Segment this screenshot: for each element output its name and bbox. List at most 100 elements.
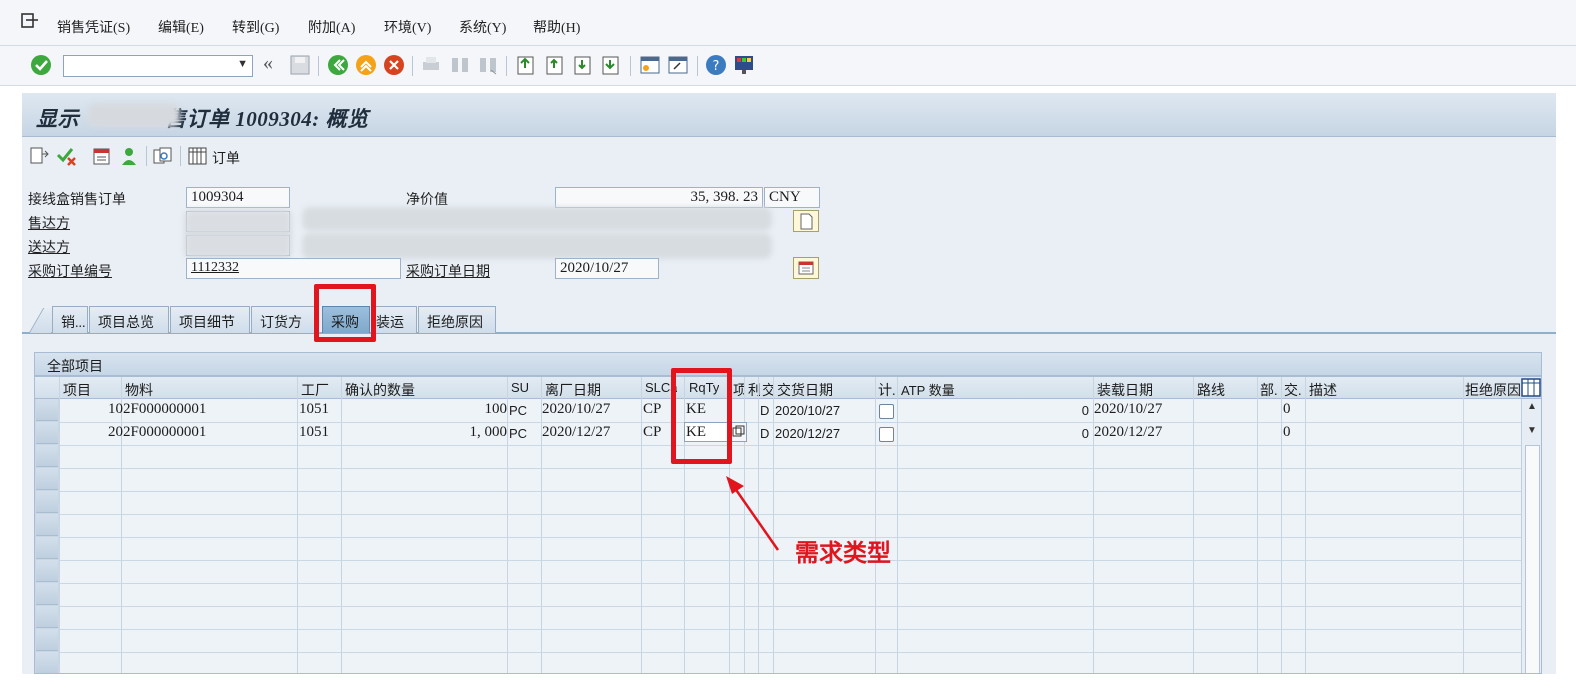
calendar-icon[interactable] bbox=[793, 257, 819, 279]
cell-flag: D bbox=[760, 426, 770, 441]
help-icon[interactable]: ? bbox=[705, 54, 727, 76]
col-load-date[interactable]: 装载日期 bbox=[1097, 380, 1153, 400]
next-page-icon[interactable] bbox=[572, 54, 594, 76]
cell-item: 20 bbox=[108, 424, 123, 440]
orders-button-label[interactable]: 订单 bbox=[212, 148, 240, 168]
sold-to-label[interactable]: 售达方 bbox=[28, 213, 70, 233]
ship-to-label[interactable]: 送达方 bbox=[28, 237, 70, 257]
tab-item-detail[interactable]: 项目细节 bbox=[170, 306, 250, 333]
previous-page-icon[interactable] bbox=[544, 54, 566, 76]
redacted-ship-to-name bbox=[302, 233, 772, 259]
customize-layout-icon[interactable] bbox=[733, 54, 755, 76]
col-route[interactable]: 路线 bbox=[1197, 380, 1225, 400]
annotation-label: 需求类型 bbox=[795, 539, 891, 567]
scroll-thumb[interactable] bbox=[1525, 445, 1540, 673]
menu-goto[interactable]: 转到(G) bbox=[232, 17, 279, 37]
scroll-down-icon[interactable]: ▼ bbox=[1527, 425, 1537, 436]
menu-extras[interactable]: 附加(A) bbox=[308, 17, 355, 37]
po-number-field[interactable]: 1112332 bbox=[186, 258, 401, 279]
cell-calc-checkbox[interactable] bbox=[879, 427, 894, 442]
order-type-label: 接线盒销售订单 bbox=[28, 193, 126, 208]
screen-title-bar: 显示 售订单 1009304: 概览 bbox=[22, 93, 1556, 137]
scroll-up-icon[interactable]: ▲ bbox=[1527, 401, 1537, 412]
col-part[interactable]: 部. bbox=[1260, 380, 1278, 400]
col-su[interactable]: SU bbox=[511, 380, 529, 395]
new-session-icon[interactable] bbox=[639, 54, 661, 76]
tab-shipping[interactable]: 装运 bbox=[371, 306, 417, 333]
menu-system-icon[interactable] bbox=[20, 12, 40, 30]
page-title-prefix: 显示 bbox=[36, 107, 79, 131]
col-delivery-status[interactable]: 交. bbox=[1284, 380, 1302, 400]
cell-atp-qty: 0 bbox=[1081, 403, 1089, 418]
po-date-field[interactable]: 2020/10/27 bbox=[555, 258, 659, 279]
cell-flag: D bbox=[760, 403, 770, 418]
menu-edit[interactable]: 编辑(E) bbox=[158, 17, 204, 37]
menu-bar: 销售凭证(S) 编辑(E) 转到(G) 附加(A) 环境(V) 系统(Y) 帮助… bbox=[0, 0, 1576, 46]
chevron-down-icon[interactable]: ▼ bbox=[237, 58, 248, 70]
print-icon[interactable] bbox=[420, 54, 442, 76]
tab-reason-for-rejection[interactable]: 拒绝原因 bbox=[418, 306, 496, 333]
cell-slca: CP bbox=[643, 401, 662, 417]
cell-plant: 1051 bbox=[299, 401, 329, 417]
highlight-rqty-column bbox=[671, 368, 732, 464]
exit-icon[interactable] bbox=[355, 54, 377, 76]
col-confirmed-qty[interactable]: 确认的数量 bbox=[345, 380, 415, 400]
document-flow-icon[interactable] bbox=[29, 146, 51, 166]
menu-sales-document[interactable]: 销售凭证(S) bbox=[57, 17, 130, 37]
save-icon[interactable] bbox=[289, 54, 311, 76]
annotation-arrow-icon bbox=[726, 476, 780, 551]
col-item[interactable]: 项目 bbox=[63, 380, 91, 400]
col-atp-qty[interactable]: ATP 数量 bbox=[901, 380, 955, 399]
tab-ordering-party[interactable]: 订货方 bbox=[251, 306, 317, 333]
cell-delivery-status: 0 bbox=[1283, 401, 1291, 417]
currency-field[interactable]: CNY bbox=[764, 187, 820, 208]
col-delivery-date[interactable]: 交货日期 bbox=[777, 380, 833, 400]
col-material[interactable]: 物料 bbox=[125, 380, 153, 400]
tab-sales[interactable]: 销... bbox=[52, 306, 88, 333]
cell-su: PC bbox=[509, 426, 528, 441]
last-page-icon[interactable] bbox=[600, 54, 622, 76]
cell-ship-date: 2020/10/27 bbox=[542, 401, 611, 417]
svg-text:?: ? bbox=[713, 59, 720, 74]
col-reason-rejection[interactable]: 拒绝原因 bbox=[1465, 380, 1521, 400]
command-field[interactable]: ▼ bbox=[63, 55, 253, 77]
tab-item-overview[interactable]: 项目总览 bbox=[89, 306, 169, 333]
net-value-field[interactable]: 35, 398. 23 bbox=[555, 187, 763, 208]
order-number-field[interactable]: 1009304 bbox=[186, 187, 290, 208]
cell-su: PC bbox=[509, 403, 528, 418]
vertical-scrollbar[interactable]: ▲ ▼ bbox=[1521, 399, 1541, 673]
document-icon[interactable] bbox=[793, 210, 819, 232]
col-calc[interactable]: 计. bbox=[878, 380, 896, 400]
menu-help[interactable]: 帮助(H) bbox=[533, 17, 580, 37]
cell-material: 2F000000001 bbox=[123, 424, 207, 440]
table-settings-icon[interactable] bbox=[1521, 378, 1541, 397]
table-header: 项目 物料 工厂 确认的数量 SU 离厂日期 SLCa RqTy 项 利 交 交… bbox=[35, 377, 1541, 400]
find-next-icon[interactable] bbox=[477, 54, 499, 76]
back-icon[interactable] bbox=[327, 54, 349, 76]
collapse-icon[interactable]: « bbox=[263, 52, 273, 75]
enter-check-icon[interactable] bbox=[30, 54, 52, 76]
menu-system[interactable]: 系统(Y) bbox=[459, 17, 506, 37]
cell-atp-qty: 0 bbox=[1081, 426, 1089, 441]
first-page-icon[interactable] bbox=[515, 54, 537, 76]
cancel-icon[interactable] bbox=[383, 54, 405, 76]
cell-calc-checkbox[interactable] bbox=[879, 404, 894, 419]
po-number-label[interactable]: 采购订单编号 bbox=[28, 261, 112, 281]
cell-delivery-date: 2020/10/27 bbox=[775, 403, 841, 418]
menu-environment[interactable]: 环境(V) bbox=[384, 17, 431, 37]
col-plant[interactable]: 工厂 bbox=[301, 380, 329, 400]
shortcut-icon[interactable] bbox=[667, 54, 689, 76]
col-ship-date[interactable]: 离厂日期 bbox=[545, 380, 601, 400]
orders-table-icon[interactable] bbox=[187, 146, 209, 166]
col-description[interactable]: 描述 bbox=[1309, 380, 1337, 400]
page-title-suffix: 售订单 1009304: 概览 bbox=[165, 107, 369, 131]
status-check-icon[interactable] bbox=[56, 146, 78, 166]
application-toolbar: 订单 bbox=[22, 137, 1556, 175]
po-date-label[interactable]: 采购订单日期 bbox=[406, 261, 490, 281]
partner-person-icon[interactable] bbox=[118, 146, 140, 166]
header-details-icon[interactable] bbox=[91, 146, 113, 166]
find-icon[interactable] bbox=[449, 54, 471, 76]
redacted-sold-to-name bbox=[302, 207, 772, 231]
display-document-icon[interactable] bbox=[152, 146, 174, 166]
standard-toolbar: ▼ « ? bbox=[0, 46, 1576, 86]
